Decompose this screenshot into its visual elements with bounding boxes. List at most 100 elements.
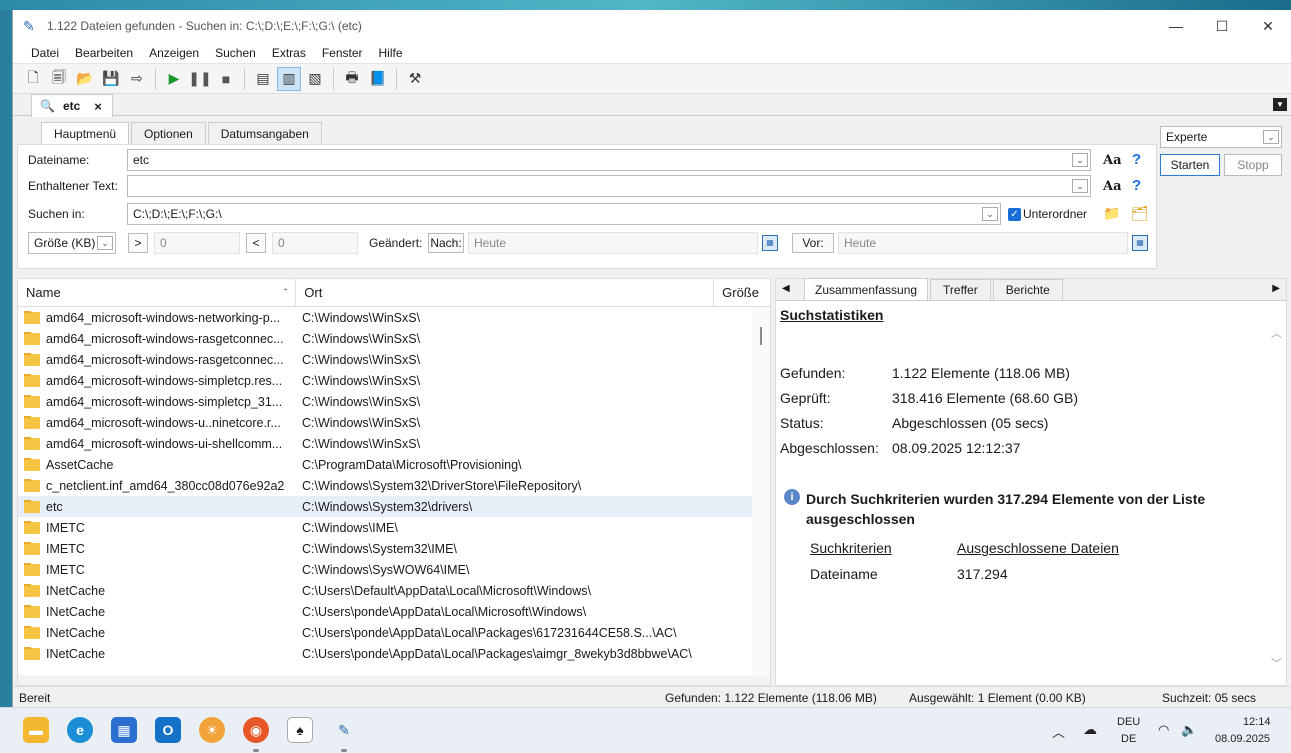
min-size-input[interactable]: 0 (154, 232, 240, 254)
less-than-button[interactable]: < (246, 233, 266, 253)
firefox-icon[interactable]: ◉ (243, 717, 269, 743)
before-date-input[interactable]: Heute (838, 232, 1128, 254)
chevron-down-icon[interactable]: ⌄ (1072, 153, 1088, 167)
table-row[interactable]: amd64_microsoft-windows-networking-p... C… (18, 307, 770, 328)
tab-hauptmenu[interactable]: Hauptmenü (41, 122, 130, 145)
column-header-ort[interactable]: Ort (296, 279, 715, 306)
scrollbar-thumb[interactable] (760, 327, 762, 345)
case-sensitive-icon[interactable]: Aa (1103, 153, 1122, 168)
table-row[interactable]: INetCache C:\Users\ponde\AppData\Local\Mi… (18, 601, 770, 622)
table-row[interactable]: INetCache C:\Users\ponde\AppData\Local\Pa… (18, 622, 770, 643)
tab-treffer[interactable]: Treffer (930, 279, 991, 300)
table-row[interactable]: IMETC C:\Windows\System32\IME\ (18, 538, 770, 559)
menu-suchen[interactable]: Suchen (207, 46, 264, 60)
folders-icon[interactable]: 🗂 (1131, 205, 1149, 222)
table-row[interactable]: c_netclient.inf_amd64_380cc08d076e92a2 C:… (18, 475, 770, 496)
tab-optionen[interactable]: Optionen (131, 122, 206, 144)
edge-icon[interactable]: e (67, 717, 93, 743)
table-row[interactable]: INetCache C:\Users\ponde\AppData\Local\Pa… (18, 643, 770, 664)
file-explorer-icon[interactable]: ▬ (23, 717, 49, 743)
table-row[interactable]: amd64_microsoft-windows-simpletcp.res...… (18, 370, 770, 391)
chevron-down-icon[interactable]: ⌄ (97, 236, 113, 250)
minimize-button[interactable]: — (1153, 10, 1199, 42)
table-row[interactable]: IMETC C:\Windows\IME\ (18, 517, 770, 538)
tabs-dropdown-icon[interactable]: ▼ (1273, 98, 1287, 111)
close-button[interactable]: ✕ (1245, 10, 1291, 42)
doc-tab-etc[interactable]: 🔍 etc × (31, 94, 113, 117)
chevron-down-icon[interactable]: ⌄ (1263, 130, 1279, 144)
calendar-icon[interactable]: ▦ (762, 235, 778, 251)
after-button[interactable]: Nach: (428, 233, 464, 253)
tab-berichte[interactable]: Berichte (992, 279, 1063, 300)
export-icon[interactable]: ⇨ (125, 67, 149, 91)
menu-extras[interactable]: Extras (264, 46, 314, 60)
volume-icon[interactable]: 🔈 (1181, 722, 1197, 738)
tray-chevron-up-icon[interactable]: ︿ (1052, 722, 1065, 741)
menu-datei[interactable]: Datei (23, 46, 67, 60)
onedrive-icon[interactable]: ☁ (1083, 721, 1097, 738)
table-row[interactable]: AssetCache C:\ProgramData\Microsoft\Provi… (18, 454, 770, 475)
store-icon[interactable]: ▦ (111, 717, 137, 743)
mode-select[interactable]: Experte ⌄ (1160, 126, 1282, 148)
new-window-icon[interactable]: 🗐 (47, 67, 71, 91)
search-app-icon[interactable]: ✎ (331, 717, 357, 743)
size-select[interactable]: Größe (KB) ⌄ (28, 232, 116, 254)
table-row[interactable]: amd64_microsoft-windows-rasgetconnec... C… (18, 328, 770, 349)
outlook-icon[interactable]: O (155, 717, 181, 743)
clock-date[interactable]: 08.09.2025 (1215, 733, 1270, 745)
language-code[interactable]: DEU (1117, 716, 1140, 728)
browse-folder-icon[interactable]: 📁 (1103, 205, 1120, 222)
max-size-input[interactable]: 0 (272, 232, 358, 254)
new-file-icon[interactable]: 🗋 (21, 67, 45, 91)
results-scrollbar[interactable] (752, 307, 770, 677)
searchin-input[interactable]: C:\;D:\;E:\;F:\;G:\ ⌄ (127, 203, 1001, 225)
table-row[interactable]: etc C:\Windows\System32\drivers\ (18, 496, 770, 517)
keyboard-code[interactable]: DE (1121, 733, 1136, 745)
column-header-name[interactable]: Name ⌃ (18, 279, 297, 306)
chevron-down-icon[interactable]: ⌄ (982, 207, 998, 221)
menu-hilfe[interactable]: Hilfe (371, 46, 411, 60)
table-row[interactable]: amd64_microsoft-windows-simpletcp_31... C… (18, 391, 770, 412)
before-button[interactable]: Vor: (792, 233, 834, 253)
table-row[interactable]: INetCache C:\Users\Default\AppData\Local\… (18, 580, 770, 601)
play-icon[interactable]: ▶ (162, 67, 186, 91)
after-date-input[interactable]: Heute (468, 232, 758, 254)
chevron-down-icon[interactable]: ⌄ (1072, 179, 1088, 193)
table-row[interactable]: amd64_microsoft-windows-ui-shellcomm... C… (18, 433, 770, 454)
tab-scroll-right-icon[interactable]: ▶ (1272, 283, 1280, 294)
maximize-button[interactable]: ☐ (1199, 10, 1245, 42)
filter-icon[interactable]: ▧ (303, 67, 327, 91)
help-icon[interactable]: ? (1132, 177, 1141, 194)
column-header-size[interactable]: Größe (714, 279, 770, 306)
tab-scroll-left-icon[interactable]: ◀ (782, 283, 790, 294)
scroll-down-icon[interactable]: ﹀ (1271, 655, 1282, 671)
filename-input[interactable]: etc ⌄ (127, 149, 1091, 171)
layout-icon[interactable]: ▤ (251, 67, 275, 91)
wifi-icon[interactable]: ◠ (1158, 722, 1169, 738)
content-input[interactable]: ⌄ (127, 175, 1091, 197)
close-tab-icon[interactable]: × (94, 99, 102, 114)
solitaire-icon[interactable]: ♠ (287, 717, 313, 743)
help-icon[interactable]: ? (1132, 151, 1141, 168)
pause-icon[interactable]: ❚❚ (188, 67, 212, 91)
print-icon[interactable]: 🖶 (340, 67, 364, 91)
case-sensitive-icon[interactable]: Aa (1103, 179, 1122, 194)
save-icon[interactable]: 💾 (99, 67, 123, 91)
tab-zusammenfassung[interactable]: Zusammenfassung (804, 278, 929, 300)
subfolders-checkbox[interactable]: ✓ (1008, 208, 1021, 221)
split-view-icon[interactable]: ▥ (277, 66, 301, 91)
stop-button[interactable]: Stopp (1224, 154, 1282, 176)
stop-icon[interactable]: ■ (214, 67, 238, 91)
greater-than-button[interactable]: > (128, 233, 148, 253)
menu-bearbeiten[interactable]: Bearbeiten (67, 46, 141, 60)
menu-fenster[interactable]: Fenster (314, 46, 371, 60)
excluded-header[interactable]: Ausgeschlossene Dateien (957, 540, 1119, 556)
scroll-up-icon[interactable]: ︿ (1271, 325, 1282, 341)
table-row[interactable]: amd64_microsoft-windows-u..ninetcore.r..… (18, 412, 770, 433)
table-row[interactable]: amd64_microsoft-windows-rasgetconnec... C… (18, 349, 770, 370)
settings-sun-icon[interactable]: ☀ (199, 717, 225, 743)
results-hscrollbar[interactable] (18, 675, 770, 685)
criteria-header[interactable]: Suchkriterien (810, 540, 892, 556)
start-button[interactable]: Starten (1160, 154, 1220, 176)
tools-icon[interactable]: ⚒ (403, 67, 427, 91)
